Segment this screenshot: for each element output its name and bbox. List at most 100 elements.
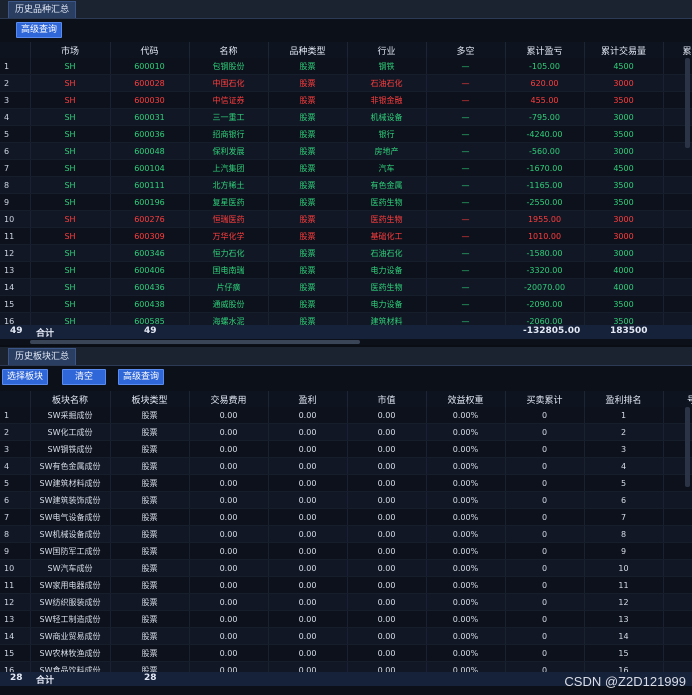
table-row[interactable]: 15 SH 600438 通威股份 股票 电力设备 — -2090.00 3500: [0, 295, 692, 313]
row-index: 10: [0, 559, 31, 577]
column-header[interactable]: 盈利排名: [584, 391, 664, 407]
rank-cell: 4: [584, 457, 664, 475]
profit-cell: 0.00: [268, 593, 348, 611]
column-header[interactable]: 效益权重: [426, 391, 506, 407]
pnl-cell: -2550.00: [505, 193, 585, 211]
top-advanced-query-button[interactable]: 高级查询: [16, 22, 63, 38]
table-row[interactable]: 11 SH 600309 万华化学 股票 基础化工 —1010.00 3000: [0, 227, 692, 245]
table-row[interactable]: 13 SW轻工制造成份 股票 0.00 0.00 0.00 0.00% 0 13: [0, 610, 692, 628]
code-cell: 600030: [110, 91, 190, 109]
column-header[interactable]: 累计: [663, 42, 692, 58]
clear-button[interactable]: 清空: [62, 369, 106, 385]
table-row[interactable]: 8 SH 600111 北方稀土 股票 有色金属 — -1165.00 3500: [0, 176, 692, 194]
top-vertical-scrollbar[interactable]: [685, 58, 690, 148]
bottom-vertical-scrollbar[interactable]: [685, 407, 690, 487]
type-cell: 股票: [268, 261, 348, 279]
type-cell: 股票: [268, 91, 348, 109]
column-header[interactable]: 盈利: [268, 391, 348, 407]
table-row[interactable]: 5 SH 600036 招商银行 股票 银行 — -4240.00 3500: [0, 125, 692, 143]
type-cell: 股票: [268, 312, 348, 325]
table-row[interactable]: 6 SW建筑装饰成份 股票 0.00 0.00 0.00 0.00% 0 6: [0, 491, 692, 509]
table-row[interactable]: 3 SW钢铁成份 股票 0.00 0.00 0.00 0.00% 0 3: [0, 440, 692, 458]
table-row[interactable]: 8 SW机械设备成份 股票 0.00 0.00 0.00 0.00% 0 8: [0, 525, 692, 543]
extra-cell: [663, 210, 692, 228]
profit-cell: 0.00: [268, 627, 348, 645]
column-header[interactable]: 板块类型: [110, 391, 190, 407]
weight-cell: 0.00%: [426, 644, 506, 662]
table-row[interactable]: 12 SW纺织服装成份 股票 0.00 0.00 0.00 0.00% 0 12: [0, 593, 692, 611]
table-row[interactable]: 7 SH 600104 上汽集团 股票 汽车 — -1670.00 4500: [0, 159, 692, 177]
table-row[interactable]: 12 SH 600346 恒力石化 股票 石油石化 — -1580.00 3000: [0, 244, 692, 262]
table-row[interactable]: 9 SW国防军工成份 股票 0.00 0.00 0.00 0.00% 0 9: [0, 542, 692, 560]
long-short-cell: —: [426, 210, 506, 228]
bottom-advanced-query-button[interactable]: 高级查询: [118, 369, 165, 385]
table-row[interactable]: 2 SH 600028 中国石化 股票 石油石化 —620.00 3000: [0, 74, 692, 92]
extra-cell: [663, 610, 692, 628]
sector-name-cell: SW食品饮料成份: [30, 661, 111, 672]
column-header[interactable]: 号: [663, 391, 692, 407]
column-header[interactable]: 多空: [426, 42, 506, 58]
column-header[interactable]: 行业: [347, 42, 427, 58]
volume-cell: 3500: [584, 176, 664, 194]
cumulative-cell: 0: [505, 627, 585, 645]
pnl-cell: -20070.00: [505, 278, 585, 296]
tab-history-instrument[interactable]: 历史品种汇总: [8, 1, 77, 18]
type-cell: 股票: [268, 210, 348, 228]
code-cell: 600196: [110, 193, 190, 211]
column-header[interactable]: 品种类型: [268, 42, 348, 58]
market-value-cell: 0.00: [347, 610, 427, 628]
column-header[interactable]: 买卖累计: [505, 391, 585, 407]
table-row[interactable]: 11 SW家用电器成份 股票 0.00 0.00 0.00 0.00% 0 11: [0, 576, 692, 594]
top-horizontal-scrollbar[interactable]: [30, 340, 360, 344]
column-header[interactable]: 代码: [110, 42, 190, 58]
column-header[interactable]: [0, 42, 31, 58]
table-row[interactable]: 9 SH 600196 复星医药 股票 医药生物 — -2550.00 3500: [0, 193, 692, 211]
column-header[interactable]: 交易费用: [189, 391, 269, 407]
select-sector-button[interactable]: 选择板块: [2, 369, 49, 385]
sector-name-cell: SW轻工制造成份: [30, 610, 111, 628]
table-row[interactable]: 2 SW化工成份 股票 0.00 0.00 0.00 0.00% 0 2: [0, 423, 692, 441]
table-row[interactable]: 3 SH 600030 中信证券 股票 非银金融 —455.00 3500: [0, 91, 692, 109]
name-cell: 万华化学: [189, 227, 269, 245]
table-row[interactable]: 10 SH 600276 恒瑞医药 股票 医药生物 —1955.00 3000: [0, 210, 692, 228]
extra-cell: [663, 542, 692, 560]
table-row[interactable]: 7 SW电气设备成份 股票 0.00 0.00 0.00 0.00% 0 7: [0, 508, 692, 526]
table-row[interactable]: 16 SW食品饮料成份 股票 0.00 0.00 0.00 0.00% 0 16: [0, 661, 692, 672]
long-short-cell: —: [426, 159, 506, 177]
sector-name-cell: SW钢铁成份: [30, 440, 111, 458]
column-header[interactable]: 累计交易量: [584, 42, 664, 58]
column-header[interactable]: 市值: [347, 391, 427, 407]
table-row[interactable]: 4 SW有色金属成份 股票 0.00 0.00 0.00 0.00% 0 4: [0, 457, 692, 475]
cumulative-cell: 0: [505, 644, 585, 662]
table-row[interactable]: 13 SH 600406 国电南瑞 股票 电力设备 — -3320.00 4000: [0, 261, 692, 279]
industry-cell: 医药生物: [347, 210, 427, 228]
table-row[interactable]: 10 SW汽车成份 股票 0.00 0.00 0.00 0.00% 0 10: [0, 559, 692, 577]
column-header[interactable]: [0, 391, 31, 407]
column-header[interactable]: 累计盈亏: [505, 42, 585, 58]
table-row[interactable]: 1 SH 600010 包钢股份 股票 钢铁 — -105.00 4500: [0, 58, 692, 75]
market-value-cell: 0.00: [347, 440, 427, 458]
table-row[interactable]: 5 SW建筑材料成份 股票 0.00 0.00 0.00 0.00% 0 5: [0, 474, 692, 492]
sector-type-cell: 股票: [110, 491, 190, 509]
market-cell: SH: [30, 159, 111, 177]
extra-cell: [663, 278, 692, 296]
table-row[interactable]: 1 SW采掘成份 股票 0.00 0.00 0.00 0.00% 0 1: [0, 407, 692, 424]
table-row[interactable]: 15 SW农林牧渔成份 股票 0.00 0.00 0.00 0.00% 0 15: [0, 644, 692, 662]
table-row[interactable]: 6 SH 600048 保利发展 股票 房地产 — -560.00 3000: [0, 142, 692, 160]
cumulative-cell: 0: [505, 457, 585, 475]
tab-history-sector[interactable]: 历史板块汇总: [8, 348, 77, 365]
sector-type-cell: 股票: [110, 644, 190, 662]
table-row[interactable]: 4 SH 600031 三一重工 股票 机械设备 — -795.00 3000: [0, 108, 692, 126]
table-row[interactable]: 14 SW商业贸易成份 股票 0.00 0.00 0.00 0.00% 0 14: [0, 627, 692, 645]
column-header[interactable]: 名称: [189, 42, 269, 58]
market-cell: SH: [30, 74, 111, 92]
column-header[interactable]: 板块名称: [30, 391, 111, 407]
market-value-cell: 0.00: [347, 593, 427, 611]
cumulative-cell: 0: [505, 508, 585, 526]
column-header[interactable]: 市场: [30, 42, 111, 58]
table-row[interactable]: 14 SH 600436 片仔癀 股票 医药生物 — -20070.00 4000: [0, 278, 692, 296]
top-button-row: 高级查询: [0, 19, 692, 38]
table-row[interactable]: 16 SH 600585 海螺水泥 股票 建筑材料 — -2060.00 3500: [0, 312, 692, 325]
extra-cell: [663, 644, 692, 662]
name-cell: 片仔癀: [189, 278, 269, 296]
